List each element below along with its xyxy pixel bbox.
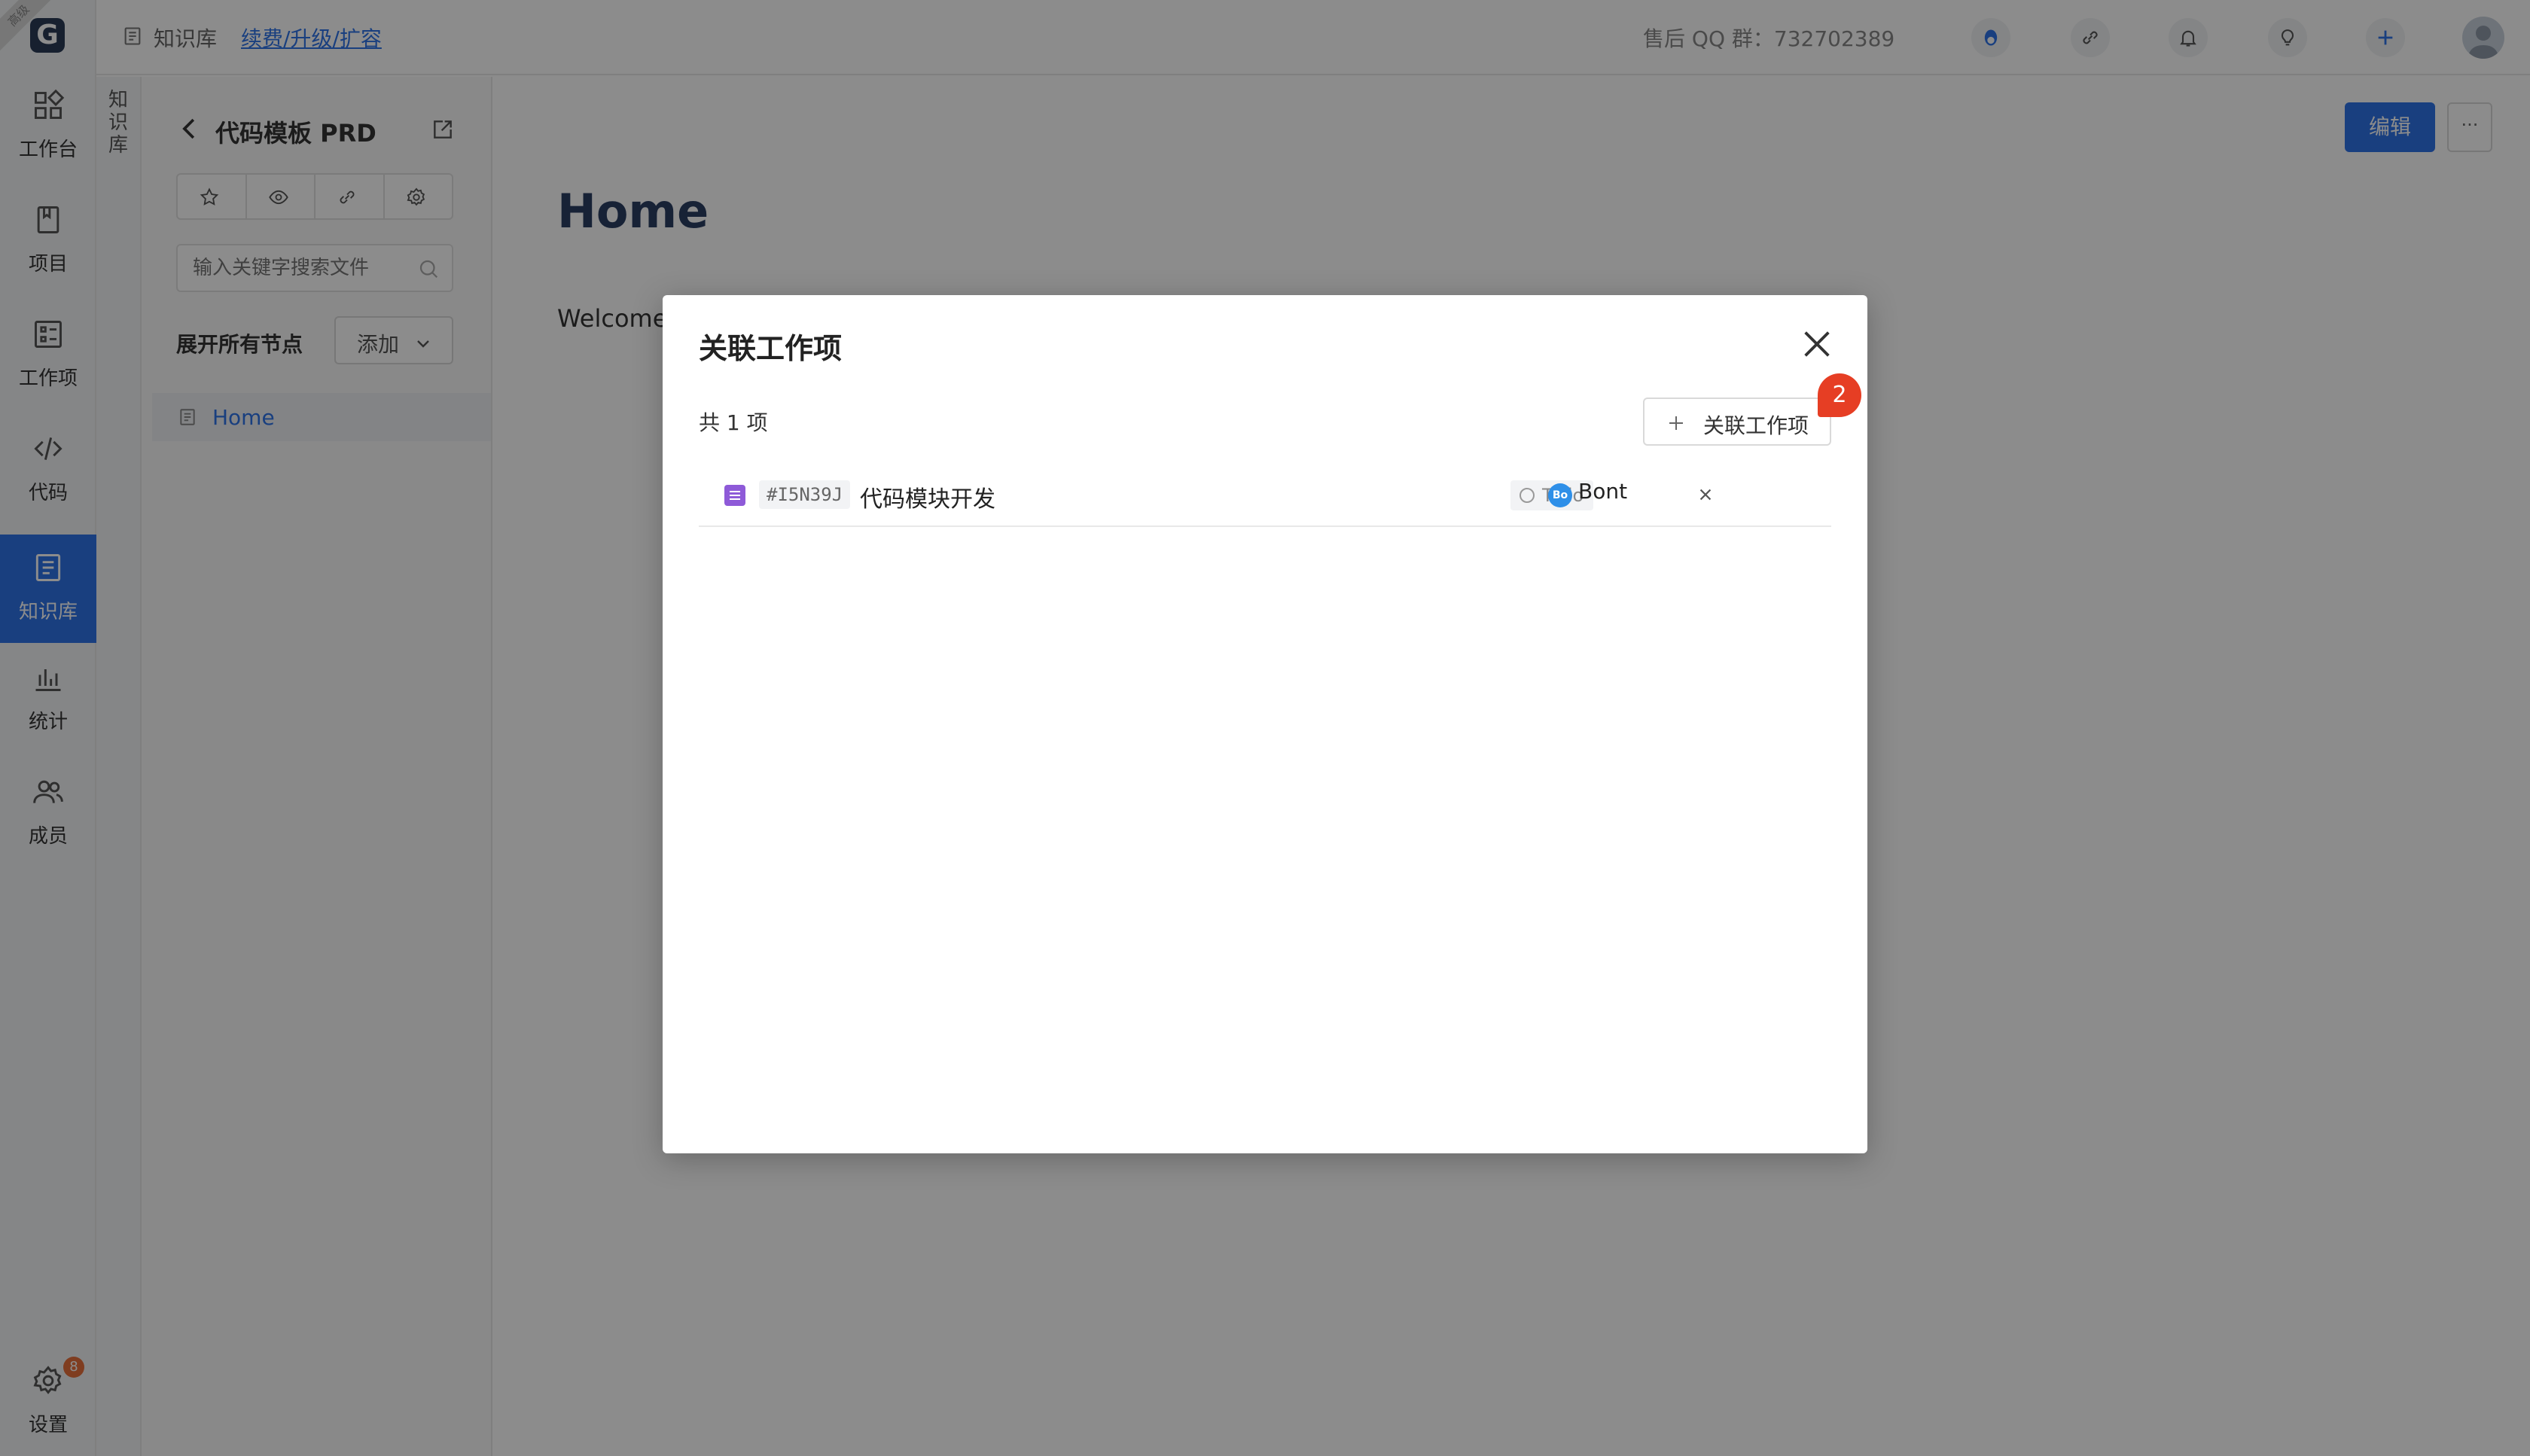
requirement-type-icon [724,485,745,506]
link-workitem-button[interactable]: 关联工作项 [1643,398,1831,446]
status-circle-icon [1520,488,1535,503]
workitem-title[interactable]: 代码模块开发 [860,480,995,513]
assignee-name: Bont [1578,479,1628,504]
assignee-avatar: Bo [1548,483,1572,507]
remove-icon[interactable] [1697,486,1714,503]
plus-icon [1669,416,1683,430]
link-workitem-label: 关联工作项 [1703,413,1809,438]
link-workitem-dialog: 关联工作项 共 1 项 关联工作项 2 #I5N39J 代码模块开发 Todo … [663,295,1867,1153]
close-icon[interactable] [1800,327,1834,361]
item-count: 共 1 项 [699,410,768,435]
workitem-id: #I5N39J [759,480,851,509]
workitem-row[interactable]: #I5N39J 代码模块开发 Todo Bo Bont [699,465,1831,527]
dialog-title: 关联工作项 [699,332,843,365]
step-badge: 2 [1818,373,1861,417]
